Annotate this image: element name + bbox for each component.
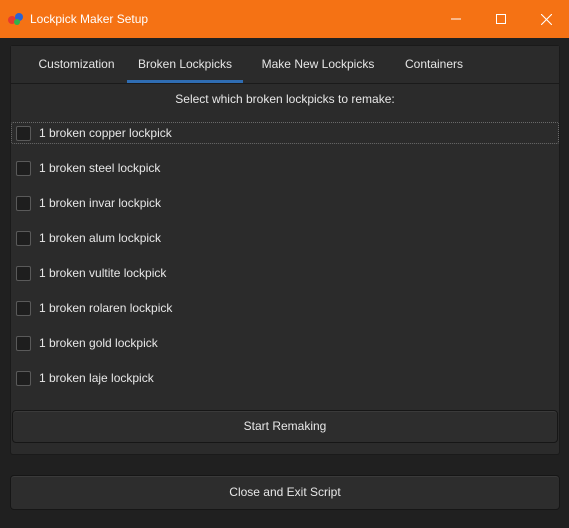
maximize-icon — [496, 14, 506, 24]
checkbox[interactable] — [16, 300, 31, 316]
title-bar[interactable]: Lockpick Maker Setup — [0, 0, 569, 38]
close-and-exit-button[interactable]: Close and Exit Script — [10, 475, 560, 510]
option-label: 1 broken vultite lockpick — [39, 266, 167, 280]
tab-customization[interactable]: Customization — [21, 46, 132, 83]
app-window: Lockpick Maker Setup Customization Broke… — [0, 0, 569, 528]
app-logo-icon — [7, 11, 25, 27]
tab-panel: Customization Broken Lockpicks Make New … — [10, 45, 560, 455]
lockpick-option-alum[interactable]: 1 broken alum lockpick — [12, 228, 556, 248]
instruction-text: Select which broken lockpicks to remake: — [175, 92, 395, 106]
minimize-button[interactable] — [433, 0, 479, 38]
lockpick-option-vultite[interactable]: 1 broken vultite lockpick — [12, 263, 556, 283]
start-remaking-button[interactable]: Start Remaking — [12, 410, 558, 443]
checkbox[interactable] — [16, 370, 31, 386]
tab-broken-lockpicks[interactable]: Broken Lockpicks — [127, 46, 243, 83]
minimize-icon — [451, 14, 461, 24]
option-label: 1 broken gold lockpick — [39, 336, 158, 350]
option-label: 1 broken invar lockpick — [39, 196, 162, 210]
close-icon — [540, 13, 552, 25]
option-label: 1 broken alum lockpick — [39, 231, 162, 245]
checkbox[interactable] — [16, 195, 31, 211]
tab-make-new-lockpicks[interactable]: Make New Lockpicks — [253, 46, 383, 83]
option-label: 1 broken laje lockpick — [39, 371, 154, 385]
lockpick-option-gold[interactable]: 1 broken gold lockpick — [12, 333, 556, 353]
option-label: 1 broken copper lockpick — [39, 126, 172, 140]
option-label: 1 broken steel lockpick — [39, 161, 161, 175]
checkbox[interactable] — [16, 335, 31, 351]
maximize-button[interactable] — [478, 0, 524, 38]
lockpick-option-copper[interactable]: 1 broken copper lockpick — [11, 122, 559, 144]
checkbox[interactable] — [16, 125, 31, 141]
close-window-button[interactable] — [523, 0, 569, 38]
window-title: Lockpick Maker Setup — [30, 12, 149, 26]
lockpick-option-invar[interactable]: 1 broken invar lockpick — [12, 193, 556, 213]
checkbox[interactable] — [16, 265, 31, 281]
checkbox[interactable] — [16, 230, 31, 246]
lockpick-option-rolaren[interactable]: 1 broken rolaren lockpick — [12, 298, 556, 318]
tab-containers[interactable]: Containers — [394, 46, 474, 83]
option-label: 1 broken rolaren lockpick — [39, 301, 173, 315]
checkbox[interactable] — [16, 160, 31, 176]
lockpick-option-laje[interactable]: 1 broken laje lockpick — [12, 368, 556, 388]
tab-bar: Customization Broken Lockpicks Make New … — [11, 46, 559, 84]
lockpick-option-steel[interactable]: 1 broken steel lockpick — [12, 158, 556, 178]
